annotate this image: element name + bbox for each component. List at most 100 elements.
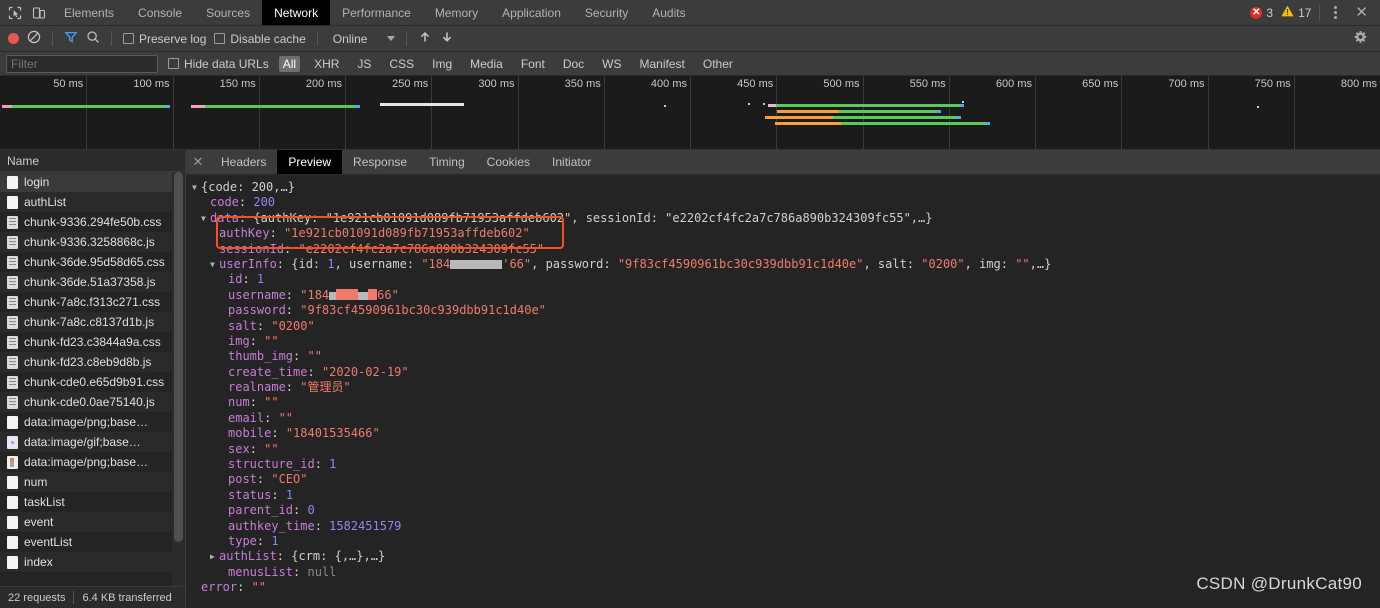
timeline-tick-label: 150 ms [219, 78, 256, 90]
filter-input[interactable] [6, 54, 158, 73]
request-list-scrollbar[interactable] [172, 172, 185, 586]
tab-console[interactable]: Console [126, 0, 194, 25]
timeline-tick-label: 50 ms [53, 78, 84, 90]
tab-timing[interactable]: Timing [418, 150, 476, 174]
timeline-tick-label: 750 ms [1254, 78, 1291, 90]
search-icon[interactable] [86, 30, 100, 47]
json-authkey-line: authKey: "1e921cb01091d089fb71953affdeb6… [219, 226, 530, 241]
timeline-tick-label: 600 ms [995, 78, 1032, 90]
request-row[interactable]: chunk-36de.51a37358.js [0, 272, 185, 292]
tab-headers[interactable]: Headers [210, 150, 277, 174]
filter-type-img[interactable]: Img [428, 56, 456, 72]
hide-data-urls-checkbox[interactable]: Hide data URLs [168, 57, 269, 71]
request-row[interactable]: login [0, 172, 185, 192]
request-row[interactable]: num [0, 472, 185, 492]
more-options-icon[interactable] [1328, 6, 1343, 19]
tab-response[interactable]: Response [342, 150, 418, 174]
scrollbar-thumb[interactable] [174, 172, 183, 542]
warning-count: 17 [1298, 5, 1312, 20]
filter-type-doc[interactable]: Doc [559, 56, 588, 72]
network-overview-timeline[interactable]: 50 ms 100 ms 150 ms 200 ms 250 ms 300 ms 350 m… [0, 76, 1380, 150]
request-row[interactable]: data:image/png;base… [0, 412, 185, 432]
tab-preview[interactable]: Preview [277, 150, 343, 174]
timeline-marker [763, 103, 765, 105]
request-row[interactable]: chunk-7a8c.f313c271.css [0, 292, 185, 312]
filter-type-media[interactable]: Media [466, 56, 507, 72]
divider [1319, 4, 1321, 21]
tab-security[interactable]: Security [573, 0, 640, 25]
tab-elements[interactable]: Elements [52, 0, 126, 25]
tab-audits[interactable]: Audits [640, 0, 697, 25]
request-name: authList [24, 195, 67, 209]
inspect-element-icon[interactable] [8, 6, 22, 20]
request-row[interactable]: chunk-7a8c.c8137d1b.js [0, 312, 185, 332]
checkbox-box [214, 33, 226, 44]
expand-triangle-icon[interactable]: ▼ [210, 257, 219, 272]
request-row[interactable]: taskList [0, 492, 185, 512]
filter-type-font[interactable]: Font [517, 56, 549, 72]
timeline-tick: 350 ms [565, 76, 605, 150]
json-field-password: password: "9f83cf4590961bc30c939dbb91c1d… [228, 303, 546, 318]
device-toolbar-icon[interactable] [32, 6, 46, 20]
filter-type-manifest[interactable]: Manifest [636, 56, 689, 72]
tab-application[interactable]: Application [490, 0, 573, 25]
timeline-request-band [768, 104, 964, 107]
gear-icon[interactable] [1353, 30, 1372, 48]
filter-type-xhr[interactable]: XHR [310, 56, 343, 72]
request-row[interactable]: chunk-9336.294fe50b.css [0, 212, 185, 232]
filter-type-other[interactable]: Other [699, 56, 737, 72]
filter-type-ws[interactable]: WS [598, 56, 625, 72]
error-icon: ✕ [1250, 6, 1263, 19]
request-row[interactable]: eventList [0, 532, 185, 552]
request-row[interactable]: chunk-fd23.c3844a9a.css [0, 332, 185, 352]
expand-triangle-icon[interactable]: ▼ [201, 211, 210, 226]
expand-triangle-icon[interactable]: ▼ [192, 180, 201, 195]
timeline-tick: 200 ms [306, 76, 346, 150]
request-row[interactable]: data:image/png;base… [0, 452, 185, 472]
tab-cookies[interactable]: Cookies [476, 150, 541, 174]
request-row[interactable]: index [0, 552, 185, 572]
tab-network[interactable]: Network [262, 0, 331, 25]
request-name: taskList [24, 495, 65, 509]
request-row[interactable]: event [0, 512, 185, 532]
close-icon[interactable]: ✕ [186, 150, 210, 174]
warning-counter[interactable]: 17 [1281, 5, 1311, 20]
disable-cache-checkbox[interactable]: Disable cache [214, 32, 306, 46]
json-code-line: code: 200 [210, 195, 276, 210]
network-main: Name login authList chunk-9336.294fe50b.cs… [0, 150, 1380, 608]
preserve-log-checkbox[interactable]: Preserve log [123, 32, 206, 46]
tab-label: Elements [64, 5, 115, 20]
devtools-window: Elements Console Sources Network Perform… [0, 0, 1380, 608]
tab-memory[interactable]: Memory [423, 0, 490, 25]
request-row[interactable]: chunk-9336.3258868c.js [0, 232, 185, 252]
filter-type-all[interactable]: All [278, 55, 301, 72]
export-har-icon[interactable] [440, 30, 454, 47]
file-type-icon [7, 295, 18, 309]
request-row[interactable]: chunk-cde0.e65d9b91.css [0, 372, 185, 392]
request-row[interactable]: data:image/gif;base… [0, 432, 185, 452]
import-har-icon[interactable] [418, 30, 432, 47]
close-icon[interactable]: ✕ [1351, 5, 1372, 20]
tab-sources[interactable]: Sources [194, 0, 262, 25]
filter-type-css[interactable]: CSS [385, 56, 418, 72]
filter-type-js[interactable]: JS [353, 56, 375, 72]
json-preview-tree[interactable]: ▼ {code: 200,…} code: 200 ▼ data: {authKey: … [186, 175, 1380, 608]
filter-funnel-icon[interactable] [64, 30, 78, 47]
request-row[interactable]: chunk-fd23.c8eb9d8b.js [0, 352, 185, 372]
tab-initiator[interactable]: Initiator [541, 150, 602, 174]
request-row[interactable]: chunk-cde0.0ae75140.js [0, 392, 185, 412]
tab-performance[interactable]: Performance [330, 0, 423, 25]
json-root-line: ▼ {code: 200,…} [192, 180, 295, 195]
record-button-icon[interactable] [8, 33, 19, 44]
request-row[interactable]: authList [0, 192, 185, 212]
hide-data-urls-label: Hide data URLs [184, 56, 269, 71]
divider [406, 31, 408, 46]
throttling-dropdown[interactable]: Online [329, 32, 396, 46]
request-row[interactable]: chunk-36de.95d58d65.css [0, 252, 185, 272]
collapse-triangle-icon[interactable]: ▶ [210, 549, 219, 564]
request-list[interactable]: login authList chunk-9336.294fe50b.css chun… [0, 172, 185, 586]
error-counter[interactable]: ✕ 3 [1250, 6, 1273, 20]
filter-bar: Hide data URLs All XHR JS CSS Img Media … [0, 52, 1380, 76]
clear-icon[interactable] [27, 30, 41, 47]
request-name: event [24, 515, 54, 529]
